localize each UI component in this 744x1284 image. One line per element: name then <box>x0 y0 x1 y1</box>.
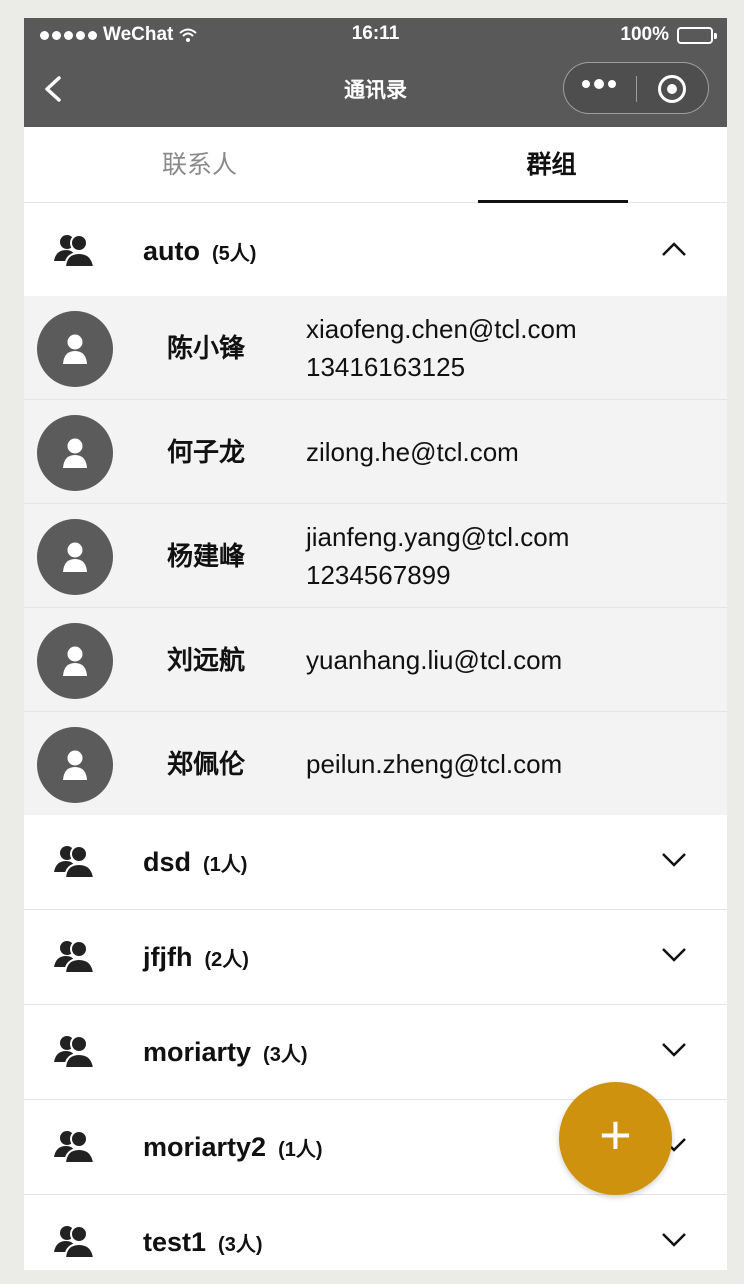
member-row[interactable]: 郑佩伦 peilun.zheng@tcl.com <box>24 712 727 816</box>
nav-bar: 通讯录 <box>24 52 727 127</box>
chevron-up-icon[interactable] <box>661 240 687 258</box>
group-users-icon <box>54 234 96 268</box>
group-title: auto (5人) <box>143 204 256 299</box>
person-icon <box>63 646 87 676</box>
group-title: jfjfh (2人) <box>143 910 249 1005</box>
group-name: jfjfh <box>143 942 193 972</box>
avatar <box>37 311 113 387</box>
member-contact: peilun.zheng@tcl.com <box>306 712 562 816</box>
avatar <box>37 727 113 803</box>
group-users-icon <box>54 1130 96 1164</box>
group-count: (5人) <box>212 243 257 265</box>
target-icon[interactable] <box>658 75 686 103</box>
group-row[interactable]: dsd (1人) <box>24 815 727 910</box>
member-email: yuanhang.liu@tcl.com <box>306 645 563 675</box>
group-name: moriarty <box>143 1037 252 1067</box>
chevron-down-icon[interactable] <box>661 1231 687 1249</box>
group-name: test1 <box>143 1227 207 1257</box>
member-row[interactable]: 刘远航 yuanhang.liu@tcl.com <box>24 608 727 712</box>
member-contact: jianfeng.yang@tcl.com 1234567899 <box>306 504 569 608</box>
member-email: peilun.zheng@tcl.com <box>306 749 563 779</box>
member-list: 陈小锋 xiaofeng.chen@tcl.com 13416163125 何子… <box>24 296 727 816</box>
group-title: moriarty2 (1人) <box>143 1100 323 1195</box>
group-users-icon <box>54 940 96 974</box>
tab-contacts[interactable]: 联系人 <box>24 127 375 203</box>
more-dots-icon[interactable] <box>582 79 616 89</box>
member-name: 何子龙 <box>167 437 246 467</box>
avatar <box>37 415 113 491</box>
member-contact: yuanhang.liu@tcl.com <box>306 608 562 712</box>
group-name: dsd <box>143 847 192 877</box>
person-icon <box>63 542 87 572</box>
capsule-divider <box>636 76 637 102</box>
group-row[interactable]: jfjfh (2人) <box>24 910 727 1005</box>
battery-percent: 100% <box>620 24 669 45</box>
chevron-down-icon[interactable] <box>661 851 687 869</box>
mini-program-capsule <box>563 62 709 114</box>
group-title: dsd (1人) <box>143 815 247 910</box>
add-group-button[interactable]: + <box>559 1082 672 1195</box>
phone-screen: WeChat 16:11 100% 通讯录 联系人 群组 auto (5人) 陈… <box>24 18 727 1270</box>
member-name: 陈小锋 <box>167 333 246 363</box>
avatar <box>37 623 113 699</box>
member-email: jianfeng.yang@tcl.com <box>306 522 570 552</box>
member-name: 杨建峰 <box>167 541 246 571</box>
member-email: zilong.he@tcl.com <box>306 437 519 467</box>
avatar <box>37 519 113 595</box>
tab-bar: 联系人 群组 <box>24 127 727 203</box>
member-contact: zilong.he@tcl.com <box>306 400 519 504</box>
member-row[interactable]: 杨建峰 jianfeng.yang@tcl.com 1234567899 <box>24 504 727 608</box>
tab-groups[interactable]: 群组 <box>376 127 727 203</box>
group-users-icon <box>54 1035 96 1069</box>
member-name: 刘远航 <box>167 645 246 675</box>
group-count: (2人) <box>204 949 249 971</box>
group-count: (3人) <box>263 1044 308 1066</box>
person-icon <box>63 438 87 468</box>
member-phone: 13416163125 <box>306 352 466 382</box>
group-name: auto <box>143 236 200 266</box>
member-phone: 1234567899 <box>306 560 451 590</box>
group-title: test1 (3人) <box>143 1195 262 1270</box>
member-name: 郑佩伦 <box>167 749 246 779</box>
group-title: moriarty (3人) <box>143 1005 308 1100</box>
group-users-icon <box>54 1225 96 1259</box>
group-row[interactable]: test1 (3人) <box>24 1195 727 1270</box>
chevron-down-icon[interactable] <box>661 946 687 964</box>
group-count: (3人) <box>218 1234 263 1256</box>
member-contact: xiaofeng.chen@tcl.com 13416163125 <box>306 296 577 400</box>
member-row[interactable]: 何子龙 zilong.he@tcl.com <box>24 400 727 504</box>
group-count: (1人) <box>203 854 248 876</box>
member-row[interactable]: 陈小锋 xiaofeng.chen@tcl.com 13416163125 <box>24 296 727 400</box>
chevron-down-icon[interactable] <box>661 1041 687 1059</box>
battery-icon <box>677 26 717 44</box>
person-icon <box>63 750 87 780</box>
status-battery-group: 100% <box>620 24 717 46</box>
member-email: xiaofeng.chen@tcl.com <box>306 314 577 344</box>
group-name: moriarty2 <box>143 1132 267 1162</box>
status-bar: WeChat 16:11 100% <box>24 18 727 52</box>
group-count: (1人) <box>278 1139 323 1161</box>
person-icon <box>63 334 87 364</box>
group-row[interactable]: auto (5人) <box>24 204 727 299</box>
active-tab-indicator <box>478 200 628 203</box>
group-users-icon <box>54 845 96 879</box>
